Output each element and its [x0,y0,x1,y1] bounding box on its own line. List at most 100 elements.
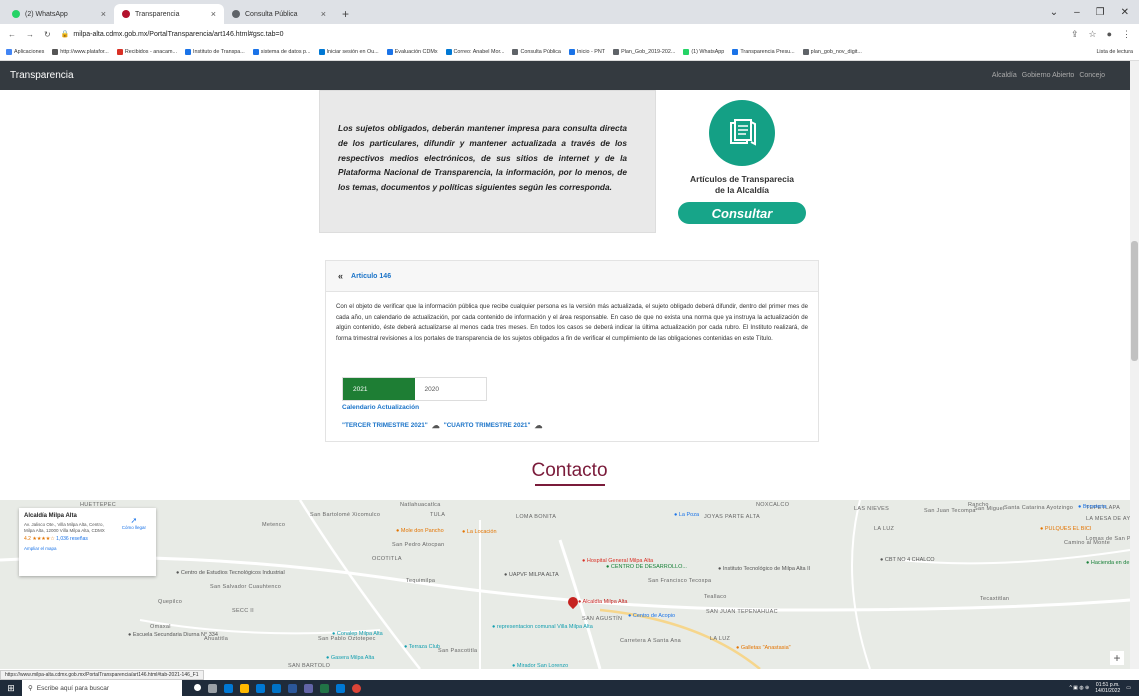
tab-2020[interactable]: 2020 [415,378,487,400]
article-title[interactable]: Articulo 146 [351,273,391,280]
bookmark-item[interactable]: Transparencia Presu... [732,49,795,55]
bookmark-item[interactable]: http://www.platafor... [52,49,109,55]
bookmark-item[interactable]: Instituto de Transpa... [184,49,245,55]
bookmark-item[interactable]: Consulta Pública [512,49,561,55]
place-rating: 4.2 ★★★★☆ 1,036 reseñas [24,536,151,542]
close-window-icon[interactable]: ✕ [1121,7,1129,18]
nav-link-alcaldia[interactable]: Alcaldía [992,72,1017,79]
close-tab-icon[interactable]: × [101,9,106,19]
tab-2021[interactable]: 2021 [343,378,415,400]
share-icon[interactable]: ⇪ [1071,29,1079,40]
bookmark-item[interactable]: Plan_Gob_2019-202... [613,49,675,55]
map-poi[interactable]: ● CENTRO DE DESARROLLO... [606,564,687,570]
map-poi[interactable]: ● Galletas "Anastasia" [736,645,791,651]
new-tab-button[interactable]: + [334,4,357,24]
map-poi[interactable]: ● Alcaldía Milpa Alta [578,599,628,605]
store-icon[interactable] [256,683,265,693]
menu-icon[interactable]: ⋮ [1122,29,1131,40]
outlook-icon[interactable] [336,683,345,693]
page-scrollbar[interactable] [1130,61,1139,669]
profile-avatar-icon[interactable]: ● [1107,29,1112,40]
nav-link-gobierno-abierto[interactable]: Gobierno Abierto [1022,72,1075,79]
map-poi[interactable]: ● Terraza Club [404,644,440,650]
larger-map-link[interactable]: Ampliar el mapa [24,546,151,551]
map-poi[interactable]: ● PULQUES EL BICI [1040,526,1091,532]
map-poi[interactable]: ● Gasera Milpa Alta [326,655,374,661]
close-tab-icon[interactable]: × [321,9,326,19]
directions-button[interactable]: ➚ Cómo llegar [122,516,146,530]
map-poi[interactable]: ● La Poza [674,512,699,518]
bookmark-item[interactable]: sistema de datos p... [252,49,311,55]
forward-icon[interactable]: → [26,30,34,39]
bookmark-item[interactable]: Evaluación CDMx [386,49,438,55]
map-poi[interactable]: ● Boneteria [1078,504,1106,510]
windows-taskbar: ⊞ ⚲ Escribe aquí para buscar ^ ▣ ◍ ⊕ 01:… [0,680,1139,696]
third-trimester-link[interactable]: "TERCER TRIMESTRE 2021" [342,422,428,429]
nav-link-concejo[interactable]: Concejo [1079,72,1105,79]
bookmark-item[interactable]: Iniciar sesión en Ou... [318,49,379,55]
book-icon[interactable] [709,100,775,166]
map-poi[interactable]: ● La Locación [462,529,497,535]
map-poi[interactable]: ● CBT NO 4 CHALCO [880,557,935,563]
excel-icon[interactable] [320,683,329,693]
close-tab-icon[interactable]: × [211,9,216,19]
bookmark-item[interactable]: Recibidos - anacam... [116,49,177,55]
browser-tab-transparencia[interactable]: Transparencia × [114,4,224,24]
url-field[interactable]: 🔒 milpa-alta.cdmx.gob.mx/PortalTranspare… [61,30,284,39]
teams-icon[interactable] [304,683,313,693]
map-poi[interactable]: ● Hacienda en de nuevo Izta [1086,560,1130,566]
map-place-label: San Pascotitla [438,648,478,654]
cloud-download-icon[interactable]: ☁ [534,421,542,430]
restore-icon[interactable]: ❐ [1096,7,1105,18]
map-poi[interactable]: ● Mirador San Lorenzo [512,663,568,669]
reviews-link[interactable]: 1,036 reseñas [56,536,88,542]
clock[interactable]: 01:51 p.m. 14/01/2022 [1095,682,1120,694]
map-poi[interactable]: ● Conalep Milpa Alta [332,631,383,637]
taskbar-search[interactable]: ⚲ Escribe aquí para buscar [22,680,182,696]
task-view-icon[interactable] [208,683,217,693]
edge-icon[interactable] [224,683,233,693]
browser-tab-consulta[interactable]: Consulta Pública × [224,4,334,24]
bookmark-star-icon[interactable]: ☆ [1088,29,1096,40]
tray-icons[interactable]: ^ ▣ ◍ ⊕ [1069,685,1089,691]
calendar-update-label[interactable]: Calendario Actualización [342,404,419,411]
cortana-icon[interactable] [194,683,201,691]
bookmark-favicon-icon [386,49,393,55]
bookmark-item[interactable]: Inicio - PNT [568,49,605,55]
map-place-label: San Salvador Cuauhtenco [210,584,282,590]
map-poi[interactable]: ● Mole don Pancho [396,528,444,534]
map-poi[interactable]: ● Centro de Acopio [628,613,675,619]
consultar-button[interactable]: Consultar [678,202,806,224]
minimize-icon[interactable]: – [1074,7,1080,18]
zoom-in-button[interactable]: + [1110,651,1124,665]
double-chevron-left-icon[interactable]: « [338,271,343,281]
map-poi[interactable]: ● representacion comunal Villa Milpa Alt… [492,624,593,630]
embedded-map[interactable]: HUETTEPEC Natlahuacatlca TULA Metenco San Ba… [0,500,1130,669]
browser-tab-whatsapp[interactable]: (2) WhatsApp × [4,4,114,24]
reading-list-button[interactable]: Lista de lectura [1096,49,1133,55]
map-poi[interactable]: ● UAPVF MILPA ALTA [504,572,559,578]
notifications-icon[interactable]: ▭ [1126,685,1131,691]
bookmark-label: Aplicaciones [14,49,45,55]
bookmark-item[interactable]: Correo: Anabel Mor... [445,49,504,55]
map-poi[interactable]: ● Centro de Estudios Tecnológicos Indust… [176,570,285,576]
mail-icon[interactable] [272,683,281,693]
windows-start-icon[interactable]: ⊞ [0,680,22,696]
word-icon[interactable] [288,683,297,693]
chrome-icon[interactable] [352,683,361,693]
tab-search-icon[interactable]: ⌄ [1050,7,1058,18]
navbar-brand[interactable]: Transparencia [10,70,74,81]
bookmark-item[interactable]: (1) WhatsApp [683,49,724,55]
contact-underline [535,484,605,486]
fourth-trimester-link[interactable]: "CUARTO TRIMESTRE 2021" [444,422,531,429]
poi-label: Instituto Tecnológico de Milpa Alta II [722,566,811,572]
bookmark-item[interactable]: Aplicaciones [6,49,44,55]
file-explorer-icon[interactable] [240,683,249,693]
back-icon[interactable]: ← [8,30,16,39]
scrollbar-thumb[interactable] [1131,241,1138,361]
reload-icon[interactable]: ↻ [44,30,51,39]
cloud-download-icon[interactable]: ☁ [432,421,440,430]
map-poi[interactable]: ● Escuela Secundaria Diurna N° 334 [128,632,218,638]
map-poi[interactable]: ● Instituto Tecnológico de Milpa Alta II [718,566,810,572]
bookmark-item[interactable]: plan_gob_nov_digit... [802,49,862,55]
